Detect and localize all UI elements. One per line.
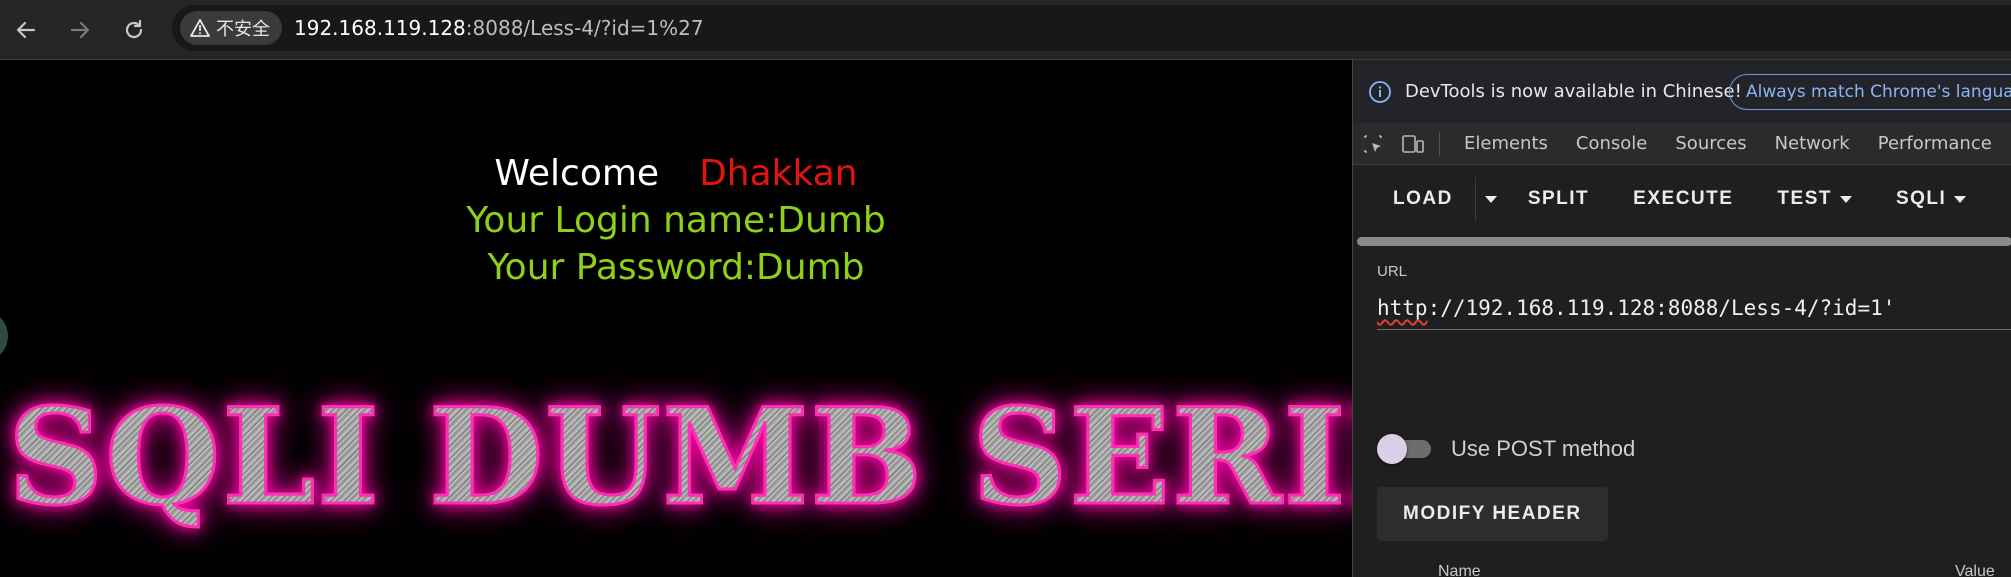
notice-text: DevTools is now available in Chinese! <box>1405 81 1742 102</box>
forward-button[interactable] <box>58 8 102 52</box>
post-method-label: Use POST method <box>1451 436 1636 461</box>
reload-icon <box>125 19 143 39</box>
caret-down-icon <box>1484 195 1497 203</box>
page-viewport: Welcome Dhakkan Your Login name:Dumb Your… <box>0 60 1352 577</box>
login-name-line: Your Login name:Dumb <box>466 200 886 241</box>
arrow-right-icon <box>70 21 90 39</box>
url-value-rest: ://192.168.119.128:8088/Less-4/?id=1' <box>1427 296 1896 320</box>
browser-toolbar: 不安全 192.168.119.128:8088/Less-4/?id=1%27 <box>0 0 2011 60</box>
post-method-toggle[interactable] <box>1377 432 1435 466</box>
address-bar[interactable]: 不安全 192.168.119.128:8088/Less-4/?id=1%27 <box>172 5 2011 51</box>
test-menu-button[interactable]: TEST <box>1755 175 1874 223</box>
test-label: TEST <box>1777 188 1832 209</box>
password-line: Your Password:Dumb <box>487 247 865 288</box>
header-column-name: Name <box>1438 563 1481 577</box>
execute-button[interactable]: EXECUTE <box>1611 175 1755 223</box>
url-path: :8088/Less-4/?id=1%27 <box>465 16 704 40</box>
login-result: Welcome Dhakkan Your Login name:Dumb Your… <box>0 150 1352 291</box>
devtools-panel: DevTools is now available in Chinese! Al… <box>1352 60 2011 577</box>
tab-elements[interactable]: Elements <box>1450 133 1562 154</box>
devtools-tabbar: Elements Console Sources Network Perform… <box>1353 123 2011 165</box>
tab-console[interactable]: Console <box>1562 133 1661 154</box>
reload-button[interactable] <box>112 8 156 52</box>
side-panel-handle[interactable] <box>0 310 8 362</box>
modify-header-button[interactable]: MODIFY HEADER <box>1377 487 1608 541</box>
toolbar-scrollbar[interactable] <box>1357 237 2011 246</box>
url-text[interactable]: 192.168.119.128:8088/Less-4/?id=1%27 <box>294 5 704 51</box>
device-toolbar-icon[interactable] <box>1393 123 1433 165</box>
welcome-name: Dhakkan <box>699 153 858 194</box>
split-button[interactable]: SPLIT <box>1506 175 1611 223</box>
welcome-label: Welcome <box>494 153 660 194</box>
load-dropdown[interactable] <box>1476 175 1506 223</box>
info-icon <box>1367 79 1393 105</box>
url-input[interactable]: http://192.168.119.128:8088/Less-4/?id=1… <box>1377 286 2011 330</box>
arrow-left-icon <box>16 21 36 39</box>
welcome-row: Welcome Dhakkan <box>0 150 1352 197</box>
devtools-language-notice: DevTools is now available in Chinese! Al… <box>1353 60 2011 123</box>
toggle-knob <box>1377 434 1407 464</box>
tab-performance[interactable]: Performance <box>1864 133 2006 154</box>
tab-network[interactable]: Network <box>1761 133 1864 154</box>
security-chip[interactable]: 不安全 <box>180 11 282 45</box>
tabbar-divider <box>1439 131 1440 156</box>
url-value-scheme: http <box>1377 296 1428 320</box>
back-button[interactable] <box>4 8 48 52</box>
series-banner: SQLI DUMB SERIES <box>7 379 1353 537</box>
sqli-label: SQLI <box>1895 188 1947 209</box>
match-language-button[interactable]: Always match Chrome's language <box>1729 74 2011 110</box>
header-column-value: Value <box>1955 563 1995 577</box>
caret-down-icon <box>1954 195 1967 203</box>
hackbar-toolbar: LOAD SPLIT EXECUTE TEST SQLI <box>1353 165 2011 233</box>
inspect-element-icon[interactable] <box>1353 123 1393 165</box>
load-button[interactable]: LOAD <box>1353 175 1475 223</box>
tab-sources[interactable]: Sources <box>1661 133 1760 154</box>
url-field-label: URL <box>1377 263 1408 280</box>
warning-icon <box>190 19 210 37</box>
caret-down-icon <box>1839 195 1852 203</box>
url-host: 192.168.119.128 <box>294 16 466 40</box>
sqli-menu-button[interactable]: SQLI <box>1874 175 1988 223</box>
security-label: 不安全 <box>216 19 270 40</box>
